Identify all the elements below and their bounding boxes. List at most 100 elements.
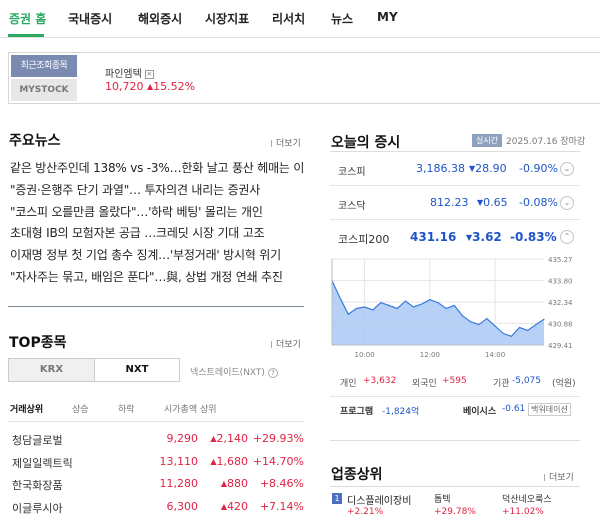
- index-row-kospi[interactable]: 코스피 3,186.38 ▼28.90 -0.90% ⌄: [330, 152, 580, 186]
- index-value: 812.23: [430, 196, 469, 209]
- chevron-down-icon[interactable]: ⌄: [560, 162, 574, 176]
- sector-name[interactable]: 디스플레이장비: [347, 492, 411, 507]
- news-list: 같은 방산주인데 138% vs -3%…한화 날고 풍산 헤매는 이유 "증권…: [10, 158, 304, 289]
- news-item[interactable]: 초대형 IB의 모험자본 공급 …크레딧 시장 기대 고조: [10, 223, 304, 245]
- data-point: [486, 318, 488, 320]
- top-stocks-tabs: 거래상위 상승 하락 시가총액 상위: [8, 402, 304, 422]
- tab-market-cap[interactable]: 시가총액 상위: [164, 402, 217, 415]
- index-percent: -0.83%: [510, 230, 557, 244]
- y-tick-label: 430.88: [548, 320, 573, 328]
- chevron-down-icon[interactable]: ⌄: [560, 196, 574, 210]
- stock-change: ▲880: [221, 477, 248, 490]
- recent-stocks-bar: 최근조회종목 MYSTOCK 파인엠텍 × 10,720 ▲15.52%: [8, 52, 600, 104]
- data-point: [453, 304, 455, 307]
- tab-falling[interactable]: 하락: [118, 402, 135, 415]
- recent-stock-name[interactable]: 파인엠텍: [105, 69, 142, 80]
- kospi200-intraday-chart: 435.27 433.80 432.34 430.88 429.41 10:00 12:00…: [331, 256, 573, 359]
- section-divider: [8, 306, 304, 307]
- program-value: -1,824억: [382, 407, 420, 417]
- stock-change: ▲2,140: [210, 432, 248, 445]
- nxt-button[interactable]: NXT: [94, 359, 179, 381]
- basis-tag: 백워데이션: [528, 403, 571, 416]
- flow-divider: [330, 396, 580, 397]
- news-section-title: 주요뉴스: [9, 133, 61, 149]
- stock-percent: +7.14%: [259, 499, 304, 513]
- table-row[interactable]: 한국화장품 11,280 ▲880 +8.46%: [12, 477, 304, 500]
- tab-volume-top[interactable]: 거래상위: [10, 402, 43, 415]
- news-item[interactable]: 이재명 정부 첫 기업 총수 징계…'부정거래' 방시혁 위기: [10, 245, 304, 267]
- tab-rising[interactable]: 상승: [72, 402, 89, 415]
- top-stocks-more-link[interactable]: 더보기: [271, 337, 301, 350]
- index-name[interactable]: 코스피: [338, 163, 366, 178]
- data-point: [364, 306, 366, 308]
- help-icon[interactable]: ?: [267, 367, 278, 378]
- data-point: [404, 300, 406, 302]
- table-row[interactable]: 제일일렉트릭 13,110 ▲1,680 +14.70%: [12, 455, 304, 478]
- index-row-kospi200[interactable]: 코스피200 431.16 ▼3.62 -0.83% ⌃: [330, 220, 580, 256]
- stock-change-value: 1,680: [216, 454, 249, 468]
- index-change-value: 28.90: [475, 162, 507, 175]
- data-point: [470, 321, 472, 323]
- index-percent: -0.08%: [519, 196, 558, 209]
- stock-price: 11,280: [159, 477, 199, 490]
- data-point: [421, 303, 423, 305]
- recent-stock-change: 15.52%: [153, 80, 196, 93]
- tab-market-index[interactable]: 시장지표: [205, 10, 249, 27]
- news-item[interactable]: "자사주는 묶고, 배임은 푼다"…與, 상법 개정 연쇄 추진: [10, 267, 304, 289]
- tab-news[interactable]: 뉴스: [331, 10, 353, 27]
- stock-name[interactable]: 한국화장품: [12, 477, 63, 493]
- news-item[interactable]: "코스피 오를만큼 올랐다"…'하락 베팅' 몰리는 개인: [10, 202, 304, 224]
- chevron-up-icon[interactable]: ⌃: [560, 230, 574, 244]
- top-stocks-table: 청담글로벌 9,290 ▲2,140 +29.93% 제일일렉트릭 13,110…: [12, 432, 304, 515]
- tab-overseas[interactable]: 해외증시: [138, 10, 182, 27]
- index-change: ▼3.62: [466, 230, 502, 244]
- close-icon[interactable]: ×: [144, 69, 154, 79]
- market-section-title: 오늘의 증시: [331, 135, 401, 151]
- basis-label: 베이시스: [463, 407, 497, 417]
- stock-change: ▲420: [221, 500, 248, 513]
- stock-change: ▲1,680: [210, 455, 248, 468]
- data-point: [412, 306, 415, 308]
- tab-stock-home[interactable]: 증권 홈: [9, 10, 46, 27]
- stock-name[interactable]: 제일일렉트릭: [12, 455, 73, 471]
- data-point: [478, 324, 480, 326]
- tab-research[interactable]: 리서치: [272, 10, 305, 27]
- data-point: [388, 304, 390, 307]
- tab-my[interactable]: MY: [377, 10, 398, 24]
- sector-stock-2[interactable]: 덕산네오룩스: [502, 492, 552, 505]
- realtime-badge: 실시간: [472, 134, 502, 147]
- data-point: [461, 315, 464, 317]
- news-item[interactable]: "증권·은행주 단기 과열"… 투자의견 내리는 증권사: [10, 180, 304, 202]
- data-point: [396, 307, 398, 310]
- krx-button[interactable]: KRX: [9, 359, 94, 381]
- stock-change-value: 420: [227, 499, 248, 513]
- data-point: [445, 307, 447, 310]
- y-tick-label: 429.41: [548, 342, 573, 350]
- mystock-label[interactable]: MYSTOCK: [11, 79, 77, 101]
- recent-viewed-label[interactable]: 최근조회종목: [11, 55, 77, 77]
- data-point: [347, 313, 349, 315]
- tab-domestic[interactable]: 국내증시: [68, 10, 112, 27]
- sector-stock-1[interactable]: 톱텍: [434, 492, 451, 505]
- table-row[interactable]: 이글루시아 6,300 ▲420 +7.14%: [12, 500, 304, 515]
- table-row[interactable]: 청담글로벌 9,290 ▲2,140 +29.93%: [12, 432, 304, 455]
- basis-value: -0.61: [502, 404, 526, 414]
- flow-inst-label: 기관: [493, 379, 510, 389]
- stock-change-value: 880: [227, 477, 248, 490]
- index-row-kosdaq[interactable]: 코스닥 812.23 ▼0.65 -0.08% ⌄: [330, 186, 580, 220]
- news-more-link[interactable]: 더보기: [271, 136, 301, 149]
- stock-name[interactable]: 청담글로벌: [12, 432, 63, 448]
- nxt-description: 넥스트레이드(NXT)?: [190, 365, 278, 378]
- active-tab-underline: [8, 34, 44, 37]
- sector-section-title: 업종상위: [331, 467, 383, 483]
- recent-stock-item[interactable]: 파인엠텍 ×: [105, 65, 154, 80]
- sector-divider: [330, 486, 580, 487]
- stock-name[interactable]: 이글루시아: [12, 500, 63, 515]
- index-name[interactable]: 코스닥: [338, 197, 366, 212]
- stock-percent: +14.70%: [252, 454, 304, 468]
- market-date: 2025.07.16 장마감: [506, 137, 586, 147]
- sector-more-link[interactable]: 더보기: [544, 470, 574, 483]
- index-value: 431.16: [410, 230, 457, 244]
- news-item[interactable]: 같은 방산주인데 138% vs -3%…한화 날고 풍산 헤매는 이유: [10, 158, 304, 180]
- index-name[interactable]: 코스피200: [338, 231, 389, 247]
